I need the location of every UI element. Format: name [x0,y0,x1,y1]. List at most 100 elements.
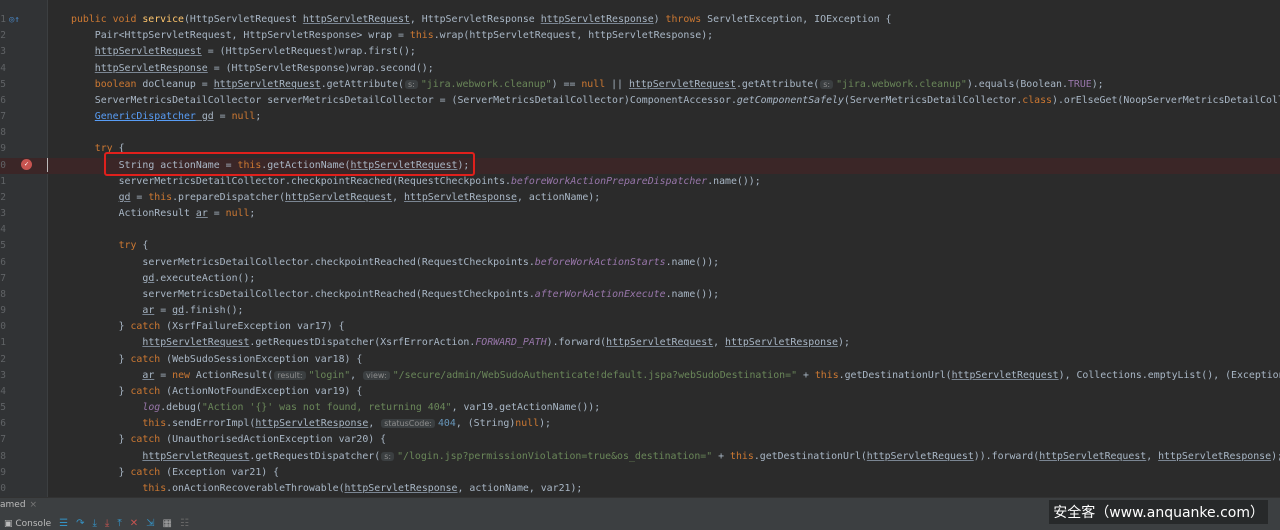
code-line[interactable]: 4 httpServletResponse = (HttpServletRespo… [0,61,1280,77]
code-token: ) [653,14,666,25]
code-line[interactable]: 8 serverMetricsDetailCollector.checkpoint… [0,287,1280,303]
code-token: try [118,240,143,252]
run-to-cursor-icon[interactable]: ⇲ [146,518,154,529]
line-number: 6 [0,256,6,268]
step-over-icon[interactable]: ↷ [76,518,84,529]
code-line[interactable]: 1 httpServletRequest.getRequestDispatcher… [0,335,1280,351]
evaluate-expression-icon[interactable]: ▦ [163,518,172,529]
code-line[interactable]: 6 ServerMetricsDetailCollector serverMetr… [0,93,1280,109]
code-text: boolean doCleanup = httpServletRequest.g… [95,77,1104,93]
code-text: serverMetricsDetailCollector.checkpointR… [142,255,719,271]
code-line[interactable]: 9} catch (Exception var21) { [0,465,1280,481]
console-tab[interactable]: ▣ Console [4,519,51,529]
code-token: httpServletResponse [403,191,517,203]
code-token: "jira.webwork.cleanup" [836,78,967,90]
step-into-icon[interactable]: ⤓ [92,518,96,529]
code-token: gd [172,305,185,317]
code-token: .getAttribute( [320,78,404,90]
code-editor[interactable]: 1 public void service(HttpServletRequest … [0,0,1280,497]
line-number: 0 [0,482,6,494]
debug-session-tab[interactable]: amed × [0,500,37,510]
code-line[interactable]: 1 serverMetricsDetailCollector.checkpoint… [0,174,1280,190]
code-text: httpServletRequest.getRequestDispatcher(… [142,449,1280,465]
code-token: public void [71,14,143,25]
code-line[interactable]: 7 GenericDispatcher gd = null; [0,109,1280,125]
line-number: 7 [0,434,6,446]
code-token: catch [130,385,167,397]
code-line[interactable]: 3 ActionResult ar = null; [0,206,1280,222]
code-line[interactable]: 4 [0,222,1280,238]
code-token: catch [130,321,167,333]
code-token: .name()); [665,288,720,300]
code-line[interactable]: 4} catch (ActionNotFoundException var19)… [0,384,1280,400]
code-token: (WebSudoSessionException var18) { [166,353,363,365]
code-token: httpServletResponse [540,14,654,25]
code-token: catch [130,434,167,446]
code-line[interactable]: 7 gd.executeAction(); [0,271,1280,287]
code-token: ).equals(Boolean. [966,78,1068,90]
menu-icon[interactable]: ☰ [59,518,68,529]
override-marker-icon[interactable]: ◎↑ [9,15,20,25]
code-token: , [350,369,363,381]
code-line[interactable]: 2 Pair<HttpServletRequest, HttpServletRes… [0,28,1280,44]
code-line[interactable]: 5 boolean doCleanup = httpServletRequest.… [0,77,1280,93]
code-line[interactable]: 8 httpServletRequest.getRequestDispatcher… [0,449,1280,465]
code-line[interactable]: 5 log.debug("Action '{}' was not found, r… [0,400,1280,416]
code-text: GenericDispatcher gd = null; [95,109,262,125]
code-token: ).orElseGet(NoopServerMetricsDetailColle… [1052,94,1280,106]
code-line[interactable]: 0} catch (XsrfFailureException var17) { [0,319,1280,335]
line-number: 5 [0,240,6,252]
code-line[interactable]: 0 this.onActionRecoverableThrowable(httpS… [0,481,1280,497]
code-token: } [118,434,131,446]
code-line[interactable]: 2 gd = this.prepareDispatcher(httpServlet… [0,190,1280,206]
code-text: } catch (WebSudoSessionException var18) … [119,352,363,368]
step-out-icon[interactable]: ⤒ [117,518,121,529]
code-token: gd [118,191,131,203]
code-token: serverMetricsDetailCollector.checkpointR… [118,175,511,187]
code-token: catch [130,353,167,365]
code-line[interactable]: 1 public void service(HttpServletRequest … [0,12,1280,28]
code-text: try { [119,238,149,254]
code-token: .getDestinationUrl( [838,369,952,381]
line-number: 8 [0,127,6,139]
code-token: ar [195,208,208,220]
code-text: public void service(HttpServletRequest h… [71,12,891,28]
code-line[interactable]: 3 ar = new ActionResult(result: "login", v… [0,368,1280,384]
code-token: doCleanup = [142,78,214,90]
code-token: "Action '{}' was not found, returning 40… [201,402,452,414]
code-line[interactable]: 8 [0,125,1280,141]
code-token: , [1146,450,1159,462]
code-token: ActionResult( [195,369,274,381]
console-icon: ▣ [4,518,16,529]
trace-icon[interactable]: ☷ [180,518,189,529]
line-number: 5 [0,402,6,414]
code-line[interactable]: 6 serverMetricsDetailCollector.checkpoint… [0,255,1280,271]
code-line[interactable]: 7 } catch (UnauthorisedActionException va… [0,432,1280,448]
code-token: "login" [308,369,351,381]
code-text: ServerMetricsDetailCollector serverMetri… [95,93,1280,109]
code-text: } catch (ActionNotFoundException var19) … [119,384,363,400]
line-number: 2 [0,30,6,42]
line-number: 7 [0,272,6,284]
code-line[interactable]: 2} catch (WebSudoSessionException var18)… [0,352,1280,368]
drop-frame-icon[interactable]: ✕ [130,518,138,529]
breakpoint-icon[interactable]: ✓ [21,159,32,170]
line-number: 8 [0,450,6,462]
code-line[interactable]: 9 ar = gd.finish(); [0,303,1280,319]
code-token: httpServletRequest [285,191,393,203]
code-line[interactable]: 5 try { [0,238,1280,254]
code-token: .name()); [707,175,761,187]
code-token: .executeAction(); [154,272,256,284]
force-step-into-icon[interactable]: ⤓ [105,518,109,529]
code-line[interactable]: 3 httpServletRequest = (HttpServletReques… [0,44,1280,60]
line-number: 9 [0,305,6,317]
close-icon[interactable]: × [30,500,38,510]
code-token: = [207,208,226,220]
code-token: , var19.getActionName()); [451,402,601,414]
code-token: , actionName); [516,191,601,203]
code-token: .finish(); [184,305,244,317]
code-text: } catch (UnauthorisedActionException var… [119,432,387,448]
code-line[interactable]: 6 this.sendErrorImpl(httpServletResponse,… [0,416,1280,432]
line-number: 6 [0,418,6,430]
code-token: getComponentSafely [736,94,844,106]
